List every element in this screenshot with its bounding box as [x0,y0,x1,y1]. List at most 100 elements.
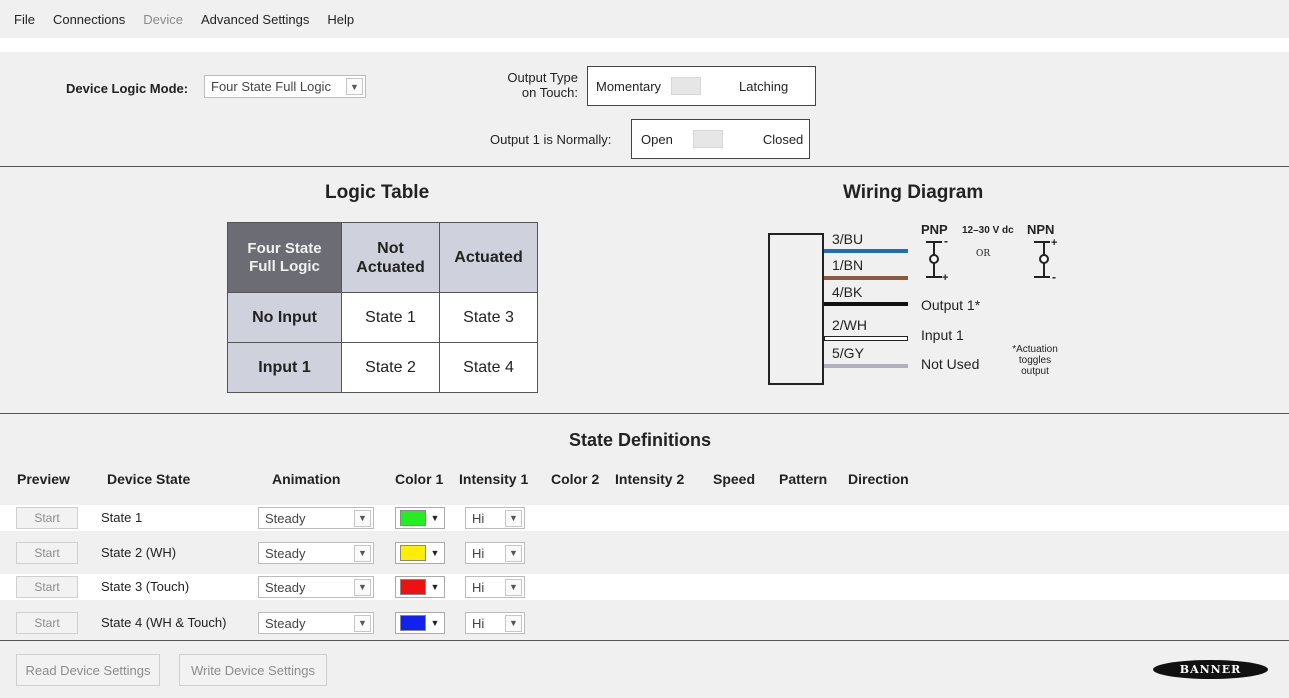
toggle-thumb[interactable] [671,77,702,95]
animation-value: Steady [265,510,306,526]
color1-select[interactable]: ▼ [395,576,445,598]
col-animation: Animation [272,471,341,487]
intensity1-select[interactable]: Hi ▼ [465,576,525,598]
menu-advanced-settings[interactable]: Advanced Settings [192,12,318,27]
col-intensity2: Intensity 2 [615,471,685,487]
menu-device[interactable]: Device [134,12,192,27]
output-type-toggle[interactable] [671,77,729,95]
color-swatch [400,510,426,526]
logic-cell: State 3 [439,292,538,343]
banner-logo: BANNER [1153,660,1268,679]
start-button[interactable]: Start [16,542,78,564]
note-line3: output [1021,366,1049,377]
chevron-down-icon: ▼ [354,578,371,596]
wiring-diagram-title: Wiring Diagram [843,182,984,203]
state-name: State 3 (Touch) [101,579,190,594]
intensity1-select[interactable]: Hi ▼ [465,542,525,564]
color1-select[interactable]: ▼ [395,507,445,529]
read-device-settings-button[interactable]: Read Device Settings [16,654,160,686]
menu-file[interactable]: File [0,12,44,27]
col-color2: Color 2 [551,471,600,487]
svg-text:+: + [942,272,948,283]
animation-select[interactable]: Steady ▼ [258,612,374,634]
svg-text:+: + [1051,237,1057,249]
chevron-down-icon: ▼ [430,513,440,523]
note-line1: *Actuation [1012,344,1058,355]
logic-mode-label: Device Logic Mode: [66,81,189,96]
state-definitions-title: State Definitions [569,430,712,450]
color-swatch [400,545,426,561]
chevron-down-icon: ▼ [346,78,363,95]
menu-help[interactable]: Help [318,12,363,27]
settings-panel: Device Logic Mode: Four State Full Logic… [0,52,1289,167]
top-spacer [0,38,1289,52]
not-used-label: Not Used [921,356,980,372]
wire-blue [824,249,908,253]
logic-cell: State 4 [439,342,538,393]
pnp-label: PNP [921,222,948,237]
wire-code-bk: 4/BK [832,284,863,300]
color1-select[interactable]: ▼ [395,542,445,564]
col-direction: Direction [848,471,909,487]
actuation-note: *Actuation toggles output [1002,344,1068,377]
col1-line1: Not [377,239,404,257]
animation-value: Steady [265,615,306,631]
start-button[interactable]: Start [16,507,78,529]
chevron-down-icon: ▼ [430,548,440,558]
wire-brown [824,276,908,280]
state-name: State 1 [101,510,143,525]
logic-wiring-panel: Logic Table Four State Full Logic Not Ac… [0,167,1289,414]
logic-table: Four State Full Logic Not Actuated Actua… [227,222,538,393]
logic-cell: State 1 [341,292,440,343]
color1-select[interactable]: ▼ [395,612,445,634]
wire-code-gy: 5/GY [832,345,864,361]
state-row-3: Start State 3 (Touch) Steady ▼ ▼ Hi ▼ [0,574,1289,600]
logic-table-title: Logic Table [325,182,430,203]
intensity-value: Hi [472,545,485,561]
start-button[interactable]: Start [16,576,78,598]
corner-line2: Full Logic [249,257,320,275]
output1-label: Output 1* [921,297,981,313]
pnp-symbol-icon: + - [926,237,948,283]
normally-toggle[interactable] [692,130,751,148]
start-button[interactable]: Start [16,612,78,634]
state-row-1: Start State 1 Steady ▼ ▼ Hi ▼ [0,505,1289,531]
npn-label: NPN [1027,222,1055,237]
logic-mode-value: Four State Full Logic [211,79,331,94]
menu-connections[interactable]: Connections [44,12,134,27]
logic-table-corner: Four State Full Logic [227,222,342,293]
voltage-label: 12–30 V dc [962,225,1014,236]
intensity1-select[interactable]: Hi ▼ [465,612,525,634]
wire-code-bn: 1/BN [832,257,864,273]
animation-select[interactable]: Steady ▼ [258,507,374,529]
output-type-label-line1: Output Type [507,70,578,85]
state-row-4: Start State 4 (WH & Touch) Steady ▼ ▼ Hi… [0,610,1289,636]
chevron-down-icon: ▼ [354,509,371,527]
col1-line2: Actuated [356,258,425,276]
col-device-state: Device State [107,471,191,487]
corner-line1: Four State [247,239,322,257]
intensity-value: Hi [472,615,485,631]
toggle-thumb[interactable] [692,130,723,148]
color-swatch [400,615,426,631]
chevron-down-icon: ▼ [430,582,440,592]
animation-select[interactable]: Steady ▼ [258,542,374,564]
chevron-down-icon: ▼ [430,618,440,628]
animation-select[interactable]: Steady ▼ [258,576,374,598]
or-label: OR [976,249,991,259]
output-type-label-line2: on Touch: [521,85,578,100]
chevron-down-icon: ▼ [354,614,371,632]
normally-toggle-box: Open Closed [631,119,810,159]
logic-row-no-input: No Input [227,292,342,343]
state-name: State 2 (WH) [101,545,177,560]
intensity-value: Hi [472,510,485,526]
npn-symbol-icon: + - [1034,237,1057,283]
logic-cell: State 2 [341,342,440,393]
wire-gray [824,364,908,368]
intensity-value: Hi [472,579,485,595]
intensity1-select[interactable]: Hi ▼ [465,507,525,529]
svg-text:-: - [944,237,948,248]
write-device-settings-button[interactable]: Write Device Settings [179,654,327,686]
sensor-body [768,233,824,385]
logic-mode-select[interactable]: Four State Full Logic ▼ [204,75,366,98]
